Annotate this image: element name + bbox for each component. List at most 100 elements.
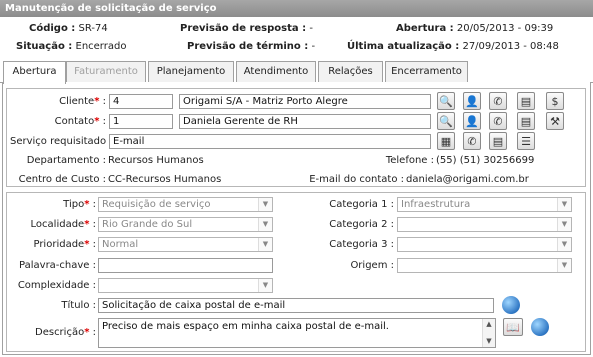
palavra-chave-label: Palavra-chave :: [19, 260, 96, 271]
search-icon[interactable]: 🔍: [437, 112, 455, 130]
situacao-label: Situação :: [16, 41, 73, 52]
palavra-chave-input[interactable]: [98, 258, 273, 273]
situacao-value: Encerrado: [75, 41, 127, 52]
tab-faturamento: Faturamento: [66, 61, 146, 83]
search-icon[interactable]: 🔍: [437, 92, 455, 110]
origem-select[interactable]: ▼: [397, 258, 572, 273]
localidade-label: Localidade* :: [30, 219, 96, 230]
categoria3-label: Categoria 3 :: [329, 239, 394, 250]
servico-label-text: Serviço requisitado: [10, 136, 107, 147]
email-contato-label: E-mail do contato :: [309, 174, 404, 185]
money-icon[interactable]: $: [546, 92, 564, 110]
phone-icon[interactable]: ✆: [489, 112, 507, 130]
tab-abertura[interactable]: Abertura: [3, 61, 66, 84]
departamento-label: Departamento :: [26, 155, 106, 166]
calculator-icon[interactable]: ▦: [437, 132, 455, 150]
required-marker: *: [84, 219, 90, 230]
departamento-value: Recursos Humanos: [108, 155, 204, 166]
codigo-value: SR-74: [78, 23, 108, 34]
complexidade-select[interactable]: ▼: [98, 278, 273, 293]
categoria1-select[interactable]: Infraestrutura ▼: [397, 197, 572, 212]
telefone-label: Telefone :: [385, 155, 434, 166]
report-icon[interactable]: ▤: [517, 92, 535, 110]
complexidade-label: Complexidade :: [17, 280, 96, 291]
cliente-label-text: Cliente: [59, 96, 95, 107]
titulo-input[interactable]: Solicitação de caixa postal de e-mail: [98, 298, 494, 313]
categoria1-select-value: Infraestrutura: [401, 199, 471, 210]
tipo-select-value: Requisição de serviço: [102, 199, 211, 210]
telefone-value: (55) (51) 30256699: [436, 155, 535, 166]
list-icon[interactable]: ☰: [517, 132, 535, 150]
descricao-textarea[interactable]: Preciso de mais espaço em minha caixa po…: [98, 318, 496, 348]
localidade-select-value: Rio Grande do Sul: [102, 219, 193, 230]
chevron-down-icon: ▼: [258, 198, 272, 211]
contato-name-input[interactable]: Daniela Gerente de RH: [179, 114, 431, 129]
scrollbar[interactable]: ▲ ▼: [482, 319, 495, 347]
servico-input[interactable]: E-mail: [109, 134, 431, 149]
categoria3-select[interactable]: ▼: [397, 237, 572, 252]
descricao-label: Descrição* :: [35, 327, 96, 338]
centro-custo-label: Centro de Custo :: [18, 174, 106, 185]
contato-label: Contato* :: [54, 116, 106, 127]
prioridade-label: Prioridade* :: [33, 239, 96, 250]
user-icon[interactable]: 👤: [463, 92, 481, 110]
prioridade-select[interactable]: Normal ▼: [98, 237, 273, 252]
required-marker: *: [84, 239, 90, 250]
centro-custo-value: CC-Recursos Humanos: [108, 174, 222, 185]
window-title: Manutenção de solicitação de serviço: [0, 0, 593, 17]
phone-icon[interactable]: ✆: [489, 92, 507, 110]
tab-planejamento[interactable]: Planejamento: [148, 61, 234, 83]
tab-atendimento[interactable]: Atendimento: [236, 61, 316, 83]
codigo-field: Código : SR-74: [29, 22, 108, 35]
tipo-select[interactable]: Requisição de serviço ▼: [98, 197, 273, 212]
scroll-up-icon[interactable]: ▲: [483, 319, 495, 330]
cliente-label: Cliente* :: [59, 96, 106, 107]
prev-resposta-value: -: [309, 23, 313, 34]
descricao-label-text: Descrição: [35, 327, 85, 338]
tipo-label-text: Tipo: [63, 199, 85, 210]
abertura-field: Abertura : 20/05/2013 - 09:39: [396, 22, 553, 35]
required-marker: *: [84, 199, 90, 210]
prev-termino-value: -: [311, 41, 316, 52]
required-marker: *: [84, 327, 90, 338]
chevron-down-icon: ▼: [557, 259, 571, 272]
tab-relacoes[interactable]: Relações: [318, 61, 383, 83]
globe-icon[interactable]: [502, 296, 520, 314]
abertura-value: 20/05/2013 - 09:39: [456, 23, 554, 34]
contato-code-input[interactable]: 1: [109, 114, 173, 129]
tools-icon[interactable]: ⚒: [546, 112, 564, 130]
titulo-label: Título :: [61, 300, 96, 311]
cliente-code-input[interactable]: 4: [109, 94, 173, 109]
ultima-atualizacao-label: Última atualização :: [347, 41, 460, 52]
prioridade-label-text: Prioridade: [33, 239, 85, 250]
tab-encerramento[interactable]: Encerramento: [385, 61, 468, 83]
scroll-down-icon[interactable]: ▼: [483, 336, 495, 347]
servico-label: Serviço requisitado :: [10, 134, 113, 149]
cliente-name-input[interactable]: Origami S/A - Matriz Porto Alegre: [179, 94, 431, 109]
prev-resposta-label: Previsão de resposta :: [180, 23, 307, 34]
localidade-label-text: Localidade: [30, 219, 85, 230]
tipo-label: Tipo* :: [63, 199, 96, 210]
localidade-select[interactable]: Rio Grande do Sul ▼: [98, 217, 273, 232]
user-icon[interactable]: 👤: [463, 112, 481, 130]
abertura-label: Abertura :: [396, 23, 454, 34]
book-icon[interactable]: 📖: [503, 318, 523, 336]
report-icon[interactable]: ▤: [517, 112, 535, 130]
prev-resposta-field: Previsão de resposta : -: [180, 22, 313, 35]
report-icon[interactable]: ▤: [489, 132, 507, 150]
required-marker: *: [94, 96, 100, 107]
email-contato-value: daniela@origami.com.br: [406, 174, 529, 185]
chevron-down-icon: ▼: [557, 238, 571, 251]
contato-label-text: Contato: [54, 116, 95, 127]
prev-termino-label: Previsão de término :: [187, 41, 309, 52]
origem-label: Origem :: [350, 260, 394, 271]
chevron-down-icon: ▼: [258, 238, 272, 251]
ultima-atualizacao-field: Última atualização : 27/09/2013 - 08:48: [347, 40, 559, 53]
ultima-atualizacao-value: 27/09/2013 - 08:48: [462, 41, 559, 52]
phone-icon[interactable]: ✆: [463, 132, 481, 150]
categoria2-select[interactable]: ▼: [397, 217, 572, 232]
categoria1-label: Categoria 1 :: [329, 199, 394, 210]
codigo-label: Código :: [29, 23, 76, 34]
situacao-field: Situação : Encerrado: [16, 40, 126, 53]
globe-icon[interactable]: [531, 318, 549, 336]
